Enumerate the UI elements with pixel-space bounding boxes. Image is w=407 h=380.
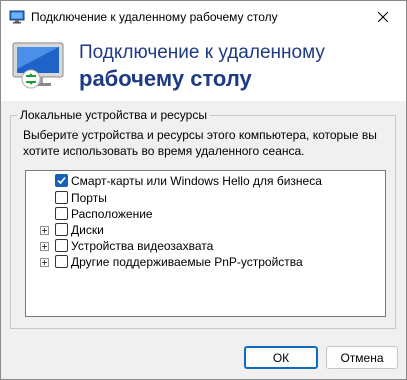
list-item-label: Смарт-карты или Windows Hello для бизнес… (71, 174, 322, 188)
title-bar[interactable]: Подключение к удаленному рабочему столу (1, 1, 406, 33)
cancel-button[interactable]: Отмена (326, 346, 398, 369)
window-title: Подключение к удаленному рабочему столу (31, 10, 278, 24)
close-icon[interactable] (360, 1, 406, 33)
ok-button[interactable]: ОК (244, 346, 318, 369)
checkbox-drives[interactable] (55, 223, 68, 236)
list-item-location[interactable]: Расположение (26, 206, 381, 222)
header-banner: Подключение к удаленному рабочему столу (1, 33, 406, 101)
list-item-label: Диски (71, 223, 104, 237)
checkbox-pnp-devices[interactable] (55, 255, 68, 268)
list-item-drives[interactable]: Диски (26, 222, 381, 238)
list-item-label: Другие поддерживаемые PnP-устройства (71, 255, 303, 269)
devices-list[interactable]: Смарт-карты или Windows Hello для бизнес… (25, 170, 386, 317)
list-item-ports[interactable]: Порты (26, 190, 381, 206)
list-item-pnp-devices[interactable]: Другие поддерживаемые PnP-устройства (26, 254, 381, 270)
checkbox-video-capture[interactable] (55, 239, 68, 252)
expand-plus-icon[interactable] (40, 226, 49, 235)
checkbox-location[interactable] (55, 207, 68, 220)
banner-title-line2: рабочему столу (79, 66, 252, 91)
remote-desktop-app-icon (9, 9, 25, 25)
list-item-label: Расположение (71, 207, 153, 221)
list-item-video-capture[interactable]: Устройства видеозахвата (26, 238, 381, 254)
checkbox-ports[interactable] (55, 191, 68, 204)
group-legend: Локальные устройства и ресурсы (17, 108, 210, 122)
expand-plus-icon[interactable] (40, 242, 49, 251)
checkbox-smart-cards[interactable] (55, 174, 68, 187)
list-item-smart-cards[interactable]: Смарт-карты или Windows Hello для бизнес… (26, 173, 381, 189)
list-item-label: Устройства видеозахвата (71, 239, 214, 253)
dialog-window: Подключение к удаленному рабочему столу … (0, 0, 407, 380)
banner-title-line1: Подключение к удаленному (79, 42, 325, 63)
list-item-label: Порты (71, 191, 107, 205)
group-description: Выберите устройства и ресурсы этого комп… (23, 128, 377, 158)
remote-desktop-monitor-icon (9, 41, 69, 91)
expand-plus-icon[interactable] (40, 258, 49, 267)
